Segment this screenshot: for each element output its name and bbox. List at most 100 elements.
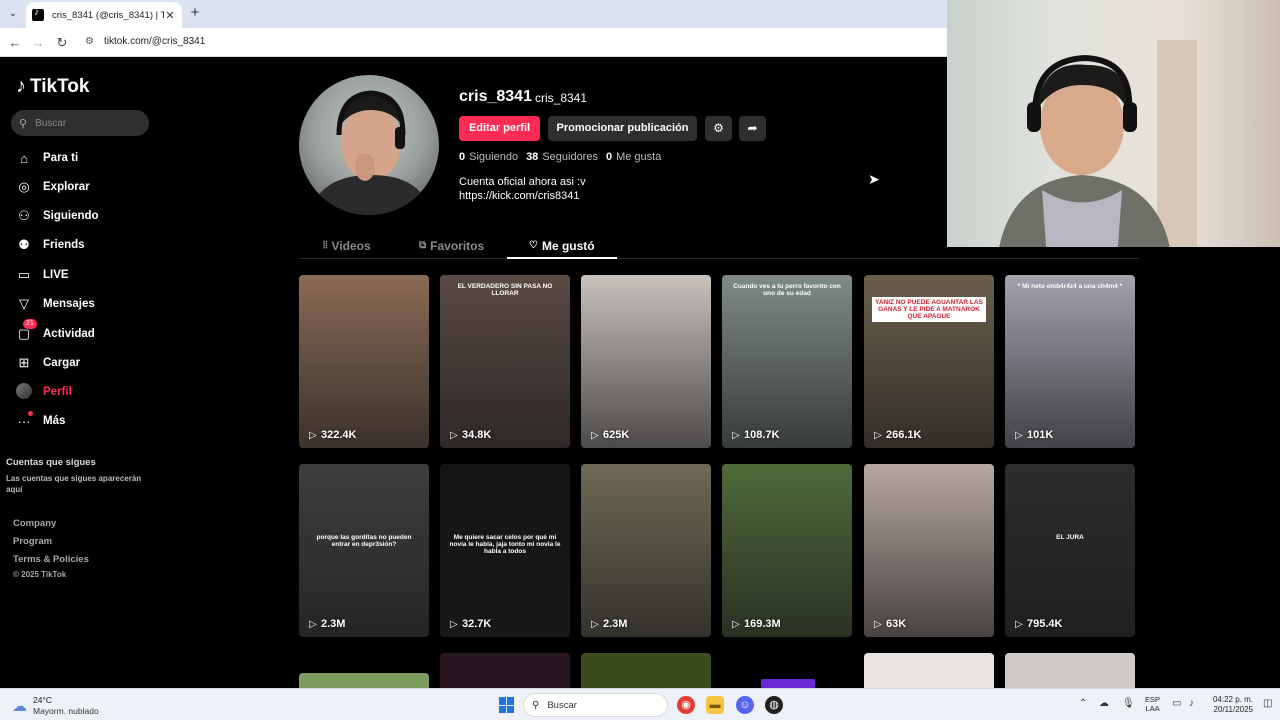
play-icon: ▷ xyxy=(874,430,882,441)
tab-list-icon[interactable]: ⌄ xyxy=(4,5,22,23)
view-count: 63K xyxy=(886,618,907,630)
video-thumbnail-partial[interactable] xyxy=(761,679,815,688)
video-thumbnail-partial[interactable] xyxy=(864,653,994,688)
video-thumbnail[interactable]: ▷ 2.3M xyxy=(581,464,711,637)
sidebar-item-perfil[interactable]: Perfil xyxy=(16,381,166,403)
sidebar-item-siguiendo[interactable]: ⚇ Siguiendo xyxy=(16,205,166,227)
video-thumbnail[interactable]: YANIZ NO PUEDE AGUANTAR LAS GANAS Y LE P… xyxy=(864,275,994,448)
video-thumbnail[interactable]: porque las gordítas no pueden entrar en … xyxy=(299,464,429,637)
promote-post-button[interactable]: Promocionar publicación xyxy=(548,116,697,141)
heart-icon: ♡ xyxy=(529,240,538,251)
video-thumbnail[interactable]: ▷ 625K xyxy=(581,275,711,448)
language-indicator[interactable]: ESP LAA xyxy=(1145,695,1160,713)
close-icon[interactable]: ✕ xyxy=(164,9,176,22)
volume-icon[interactable]: ♪ xyxy=(1189,698,1194,709)
play-icon: ▷ xyxy=(591,619,599,630)
system-clock[interactable]: 04:22 p. m. 20/11/2025 xyxy=(1208,695,1253,715)
upload-icon: ⊞ xyxy=(18,355,30,370)
view-count: 34.8K xyxy=(462,429,492,441)
compass-icon: ◎ xyxy=(18,179,30,194)
sidebar-item-para-ti[interactable]: ⌂ Para ti xyxy=(16,147,166,169)
video-thumbnail-partial[interactable] xyxy=(440,653,570,688)
tiktok-logo[interactable]: ♪ TikTok xyxy=(16,75,89,98)
stat-following[interactable]: 0 Siguiendo xyxy=(459,151,518,163)
video-thumbnail[interactable]: EL JURA ▷ 795.4K xyxy=(1005,464,1135,637)
sidebar-item-friends[interactable]: ⚉ Friends xyxy=(16,234,166,256)
sidebar-item-label: Para ti xyxy=(43,152,79,164)
weather-temperature[interactable]: 24°C xyxy=(33,695,52,705)
search-input[interactable]: ⚲ Buscar xyxy=(11,110,149,136)
video-thumbnail[interactable]: ▷ 322.4K xyxy=(299,275,429,448)
footer-link-company[interactable]: Company xyxy=(13,518,56,529)
profile-photo-image xyxy=(309,90,431,215)
view-count: 32.7K xyxy=(462,618,492,630)
view-count: 108.7K xyxy=(744,429,780,441)
footer-link-program[interactable]: Program xyxy=(13,536,52,547)
microphone-icon[interactable]: 🎙 xyxy=(1122,698,1135,709)
browser-tab[interactable]: cris_8341 (@cris_8341) | TikTok ✕ xyxy=(26,2,182,28)
stat-label: Seguidores xyxy=(542,151,598,163)
video-thumbnail-partial[interactable] xyxy=(581,653,711,688)
obs-icon[interactable]: ◍ xyxy=(765,696,783,714)
reload-icon[interactable]: ↻ xyxy=(53,34,71,52)
settings-gear-icon[interactable]: ⚙ xyxy=(705,116,732,141)
site-info-icon[interactable]: ⚙ xyxy=(85,36,94,47)
home-icon: ⌂ xyxy=(20,150,28,166)
video-thumbnail[interactable]: * Mi neto emb4r4z4 a una ch4m4 * ▷ 101K xyxy=(1005,275,1135,448)
stat-number: 0 xyxy=(459,151,466,163)
sidebar-item-mensajes[interactable]: ▽ Mensajes xyxy=(16,293,166,315)
search-icon: ⚲ xyxy=(19,117,28,130)
video-thumbnail-partial[interactable] xyxy=(1005,653,1135,688)
tab-me-gusto[interactable]: ♡ Me gustó xyxy=(529,232,595,259)
video-thumbnail[interactable]: ▷ 169.3M xyxy=(722,464,852,637)
video-caption: Cuando ves a tu perro favorito con uno d… xyxy=(733,283,841,297)
onedrive-cloud-icon[interactable]: ☁ xyxy=(1099,698,1109,709)
sidebar-item-label: Friends xyxy=(43,239,85,251)
friends-icon: ⚉ xyxy=(18,237,30,252)
footer-link-terms[interactable]: Terms & Policies xyxy=(13,554,89,565)
stat-followers[interactable]: 38 Seguidores xyxy=(526,151,598,163)
bio-link[interactable]: https://kick.com/cris8341 xyxy=(459,189,586,203)
video-thumbnail[interactable]: EL VERDADERO SIN PASA NO LLORAR ▷ 34.8K xyxy=(440,275,570,448)
cloud-icon[interactable]: ☁ xyxy=(12,697,27,715)
profile-avatar[interactable] xyxy=(299,75,439,215)
sidebar-item-actividad[interactable]: ▢ 21 Actividad xyxy=(16,319,166,345)
video-thumbnail[interactable]: Cuando ves a tu perro favorito con uno d… xyxy=(722,275,852,448)
file-explorer-icon[interactable]: ▬ xyxy=(706,696,724,714)
video-caption: * Mi neto emb4r4z4 a una ch4m4 * xyxy=(1017,283,1123,290)
video-thumbnail[interactable]: Me quiere sacar celos por qué mi novia l… xyxy=(440,464,570,637)
back-icon[interactable]: ← xyxy=(6,34,24,52)
sidebar-item-label: Perfil xyxy=(43,386,72,398)
notifications-icon[interactable]: ◫ xyxy=(1263,698,1272,709)
chevron-up-icon[interactable]: ⌃ xyxy=(1079,698,1087,709)
video-caption: EL VERDADERO SIN PASA NO LLORAR xyxy=(457,283,553,297)
active-tab-indicator xyxy=(507,257,617,259)
tab-label: Favoritos xyxy=(430,238,485,253)
sidebar-item-explorar[interactable]: ◎ Explorar xyxy=(16,176,166,198)
network-icon[interactable]: ▭ xyxy=(1172,698,1181,709)
windows-start-icon[interactable] xyxy=(499,697,515,713)
edit-profile-button[interactable]: Editar perfil xyxy=(459,116,540,141)
video-thumbnail[interactable]: ▷ 63K xyxy=(864,464,994,637)
tab-videos[interactable]: ⦙⦙ Videos xyxy=(323,232,371,259)
weather-description[interactable]: Mayorm. nublado xyxy=(33,706,99,716)
sidebar-item-live[interactable]: ▭ LIVE xyxy=(16,264,166,286)
forward-icon[interactable]: → xyxy=(29,34,47,52)
sidebar-item-mas[interactable]: ··· Más xyxy=(16,410,166,432)
tab-favoritos[interactable]: ⧉ Favoritos xyxy=(419,232,484,259)
discord-icon[interactable]: ☺ xyxy=(736,696,754,714)
clock-date: 20/11/2025 xyxy=(1213,705,1253,714)
taskbar-search[interactable]: ⚲ Buscar xyxy=(523,693,668,717)
url-text[interactable]: tiktok.com/@cris_8341 xyxy=(104,36,205,47)
share-icon[interactable]: ➦ xyxy=(739,116,766,141)
chrome-icon[interactable]: ◉ xyxy=(677,696,695,714)
video-thumbnail-partial[interactable] xyxy=(299,673,429,688)
sidebar: ♪ TikTok ⚲ Buscar ⌂ Para ti ◎ Explorar ⚇… xyxy=(0,57,170,688)
video-caption: EL JURA xyxy=(1056,534,1084,541)
stat-number: 0 xyxy=(605,151,613,163)
stat-label: Siguiendo xyxy=(469,151,519,163)
play-icon: ▷ xyxy=(1015,619,1023,630)
stat-likes[interactable]: 0 Me gusta xyxy=(606,151,661,163)
sidebar-item-cargar[interactable]: ⊞ Cargar xyxy=(16,352,166,374)
new-tab-icon[interactable]: + xyxy=(186,4,204,22)
